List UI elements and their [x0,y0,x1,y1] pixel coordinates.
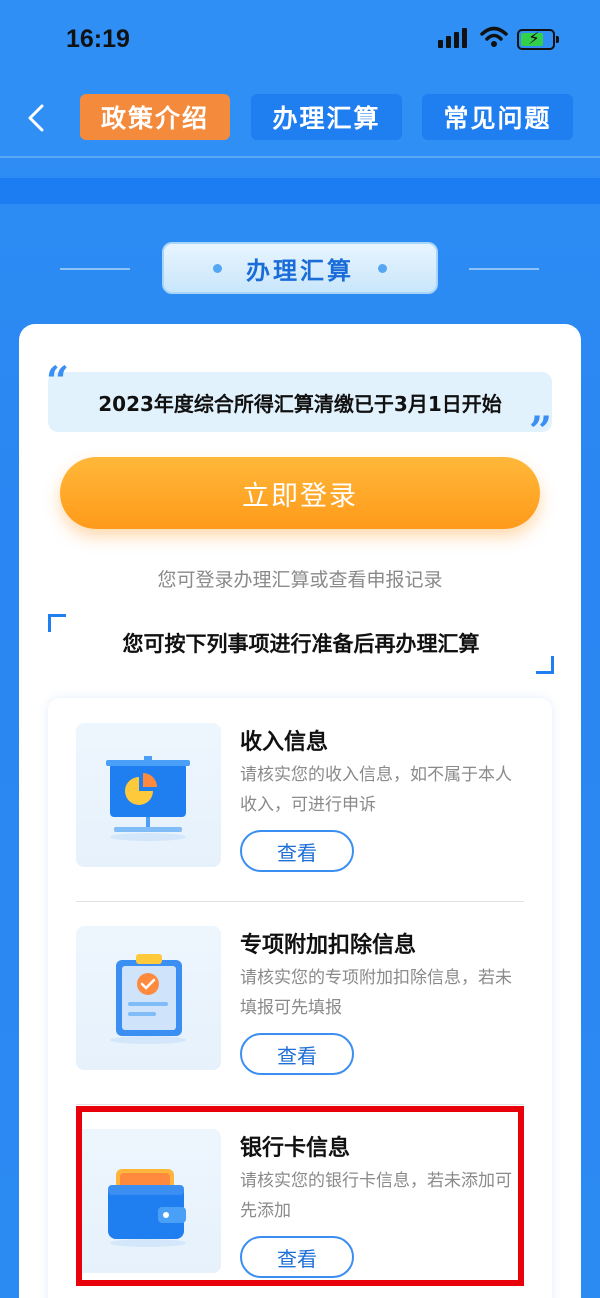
dot-icon [213,263,222,273]
presentation-chart-icon [76,723,221,867]
section-heading: 办理汇算 [0,240,600,296]
login-hint: 您可登录办理汇算或查看申报记录 [157,569,443,591]
list-item-bank-card: 银行卡信息 请核实您的银行卡信息，若未添加可先添加 查看 [48,1104,552,1298]
chevron-left-icon [28,104,44,132]
wifi-icon [480,26,508,47]
tab-policy[interactable]: 政策介绍 [80,94,230,140]
nav-shadow-stripe [0,178,600,204]
notice-banner: 2023年度综合所得汇算清缴已于3月1日开始 [48,372,552,432]
corner-bracket-icon [536,656,554,674]
section-title: 办理汇算 [246,256,354,285]
heading-line-right [469,268,539,270]
tab-faq[interactable]: 常见问题 [422,94,573,140]
view-bank-card-button[interactable]: 查看 [240,1236,354,1278]
quote-close-icon: ” [529,408,553,455]
item-desc: 请核实您的银行卡信息，若未添加可先添加 [240,1171,512,1221]
item-desc: 请核实您的收入信息，如不属于本人收入，可进行申诉 [240,765,512,815]
prep-items-list: 收入信息 请核实您的收入信息，如不属于本人收入，可进行申诉 查看 专项附加扣除信… [48,698,552,1298]
dot-icon [378,263,387,273]
signal-icon [438,28,467,48]
tab-handle[interactable]: 办理汇算 [251,94,402,140]
list-item-income: 收入信息 请核实您的收入信息，如不属于本人收入，可进行申诉 查看 [48,698,552,902]
back-button[interactable] [18,98,54,138]
item-desc: 请核实您的专项附加扣除信息，若未填报可先填报 [240,968,512,1018]
prep-title: 您可按下列事项进行准备后再办理汇算 [122,632,480,656]
item-title: 银行卡信息 [240,1136,351,1161]
view-income-button[interactable]: 查看 [240,830,354,872]
top-nav: 政策介绍 办理汇算 常见问题 [0,80,600,158]
view-deduction-button[interactable]: 查看 [240,1033,354,1075]
heading-line-left [60,268,130,270]
status-bar: 16:19 ⚡ [0,0,600,80]
notice-text: 2023年度综合所得汇算清缴已于3月1日开始 [98,391,502,416]
wallet-icon [76,1129,221,1273]
quote-open-icon: “ [46,358,70,405]
battery-icon: ⚡ [517,29,559,50]
item-title: 收入信息 [240,730,329,755]
clipboard-check-icon [76,926,221,1070]
login-button[interactable]: 立即登录 [60,457,540,529]
item-title: 专项附加扣除信息 [240,933,417,958]
list-item-deduction: 专项附加扣除信息 请核实您的专项附加扣除信息，若未填报可先填报 查看 [48,901,552,1105]
status-time: 16:19 [66,25,130,53]
section-title-badge: 办理汇算 [162,242,438,294]
prep-heading: 您可按下列事项进行准备后再办理汇算 [48,614,554,674]
main-card: 2023年度综合所得汇算清缴已于3月1日开始 “ ” 立即登录 您可登录办理汇算… [19,324,581,1298]
